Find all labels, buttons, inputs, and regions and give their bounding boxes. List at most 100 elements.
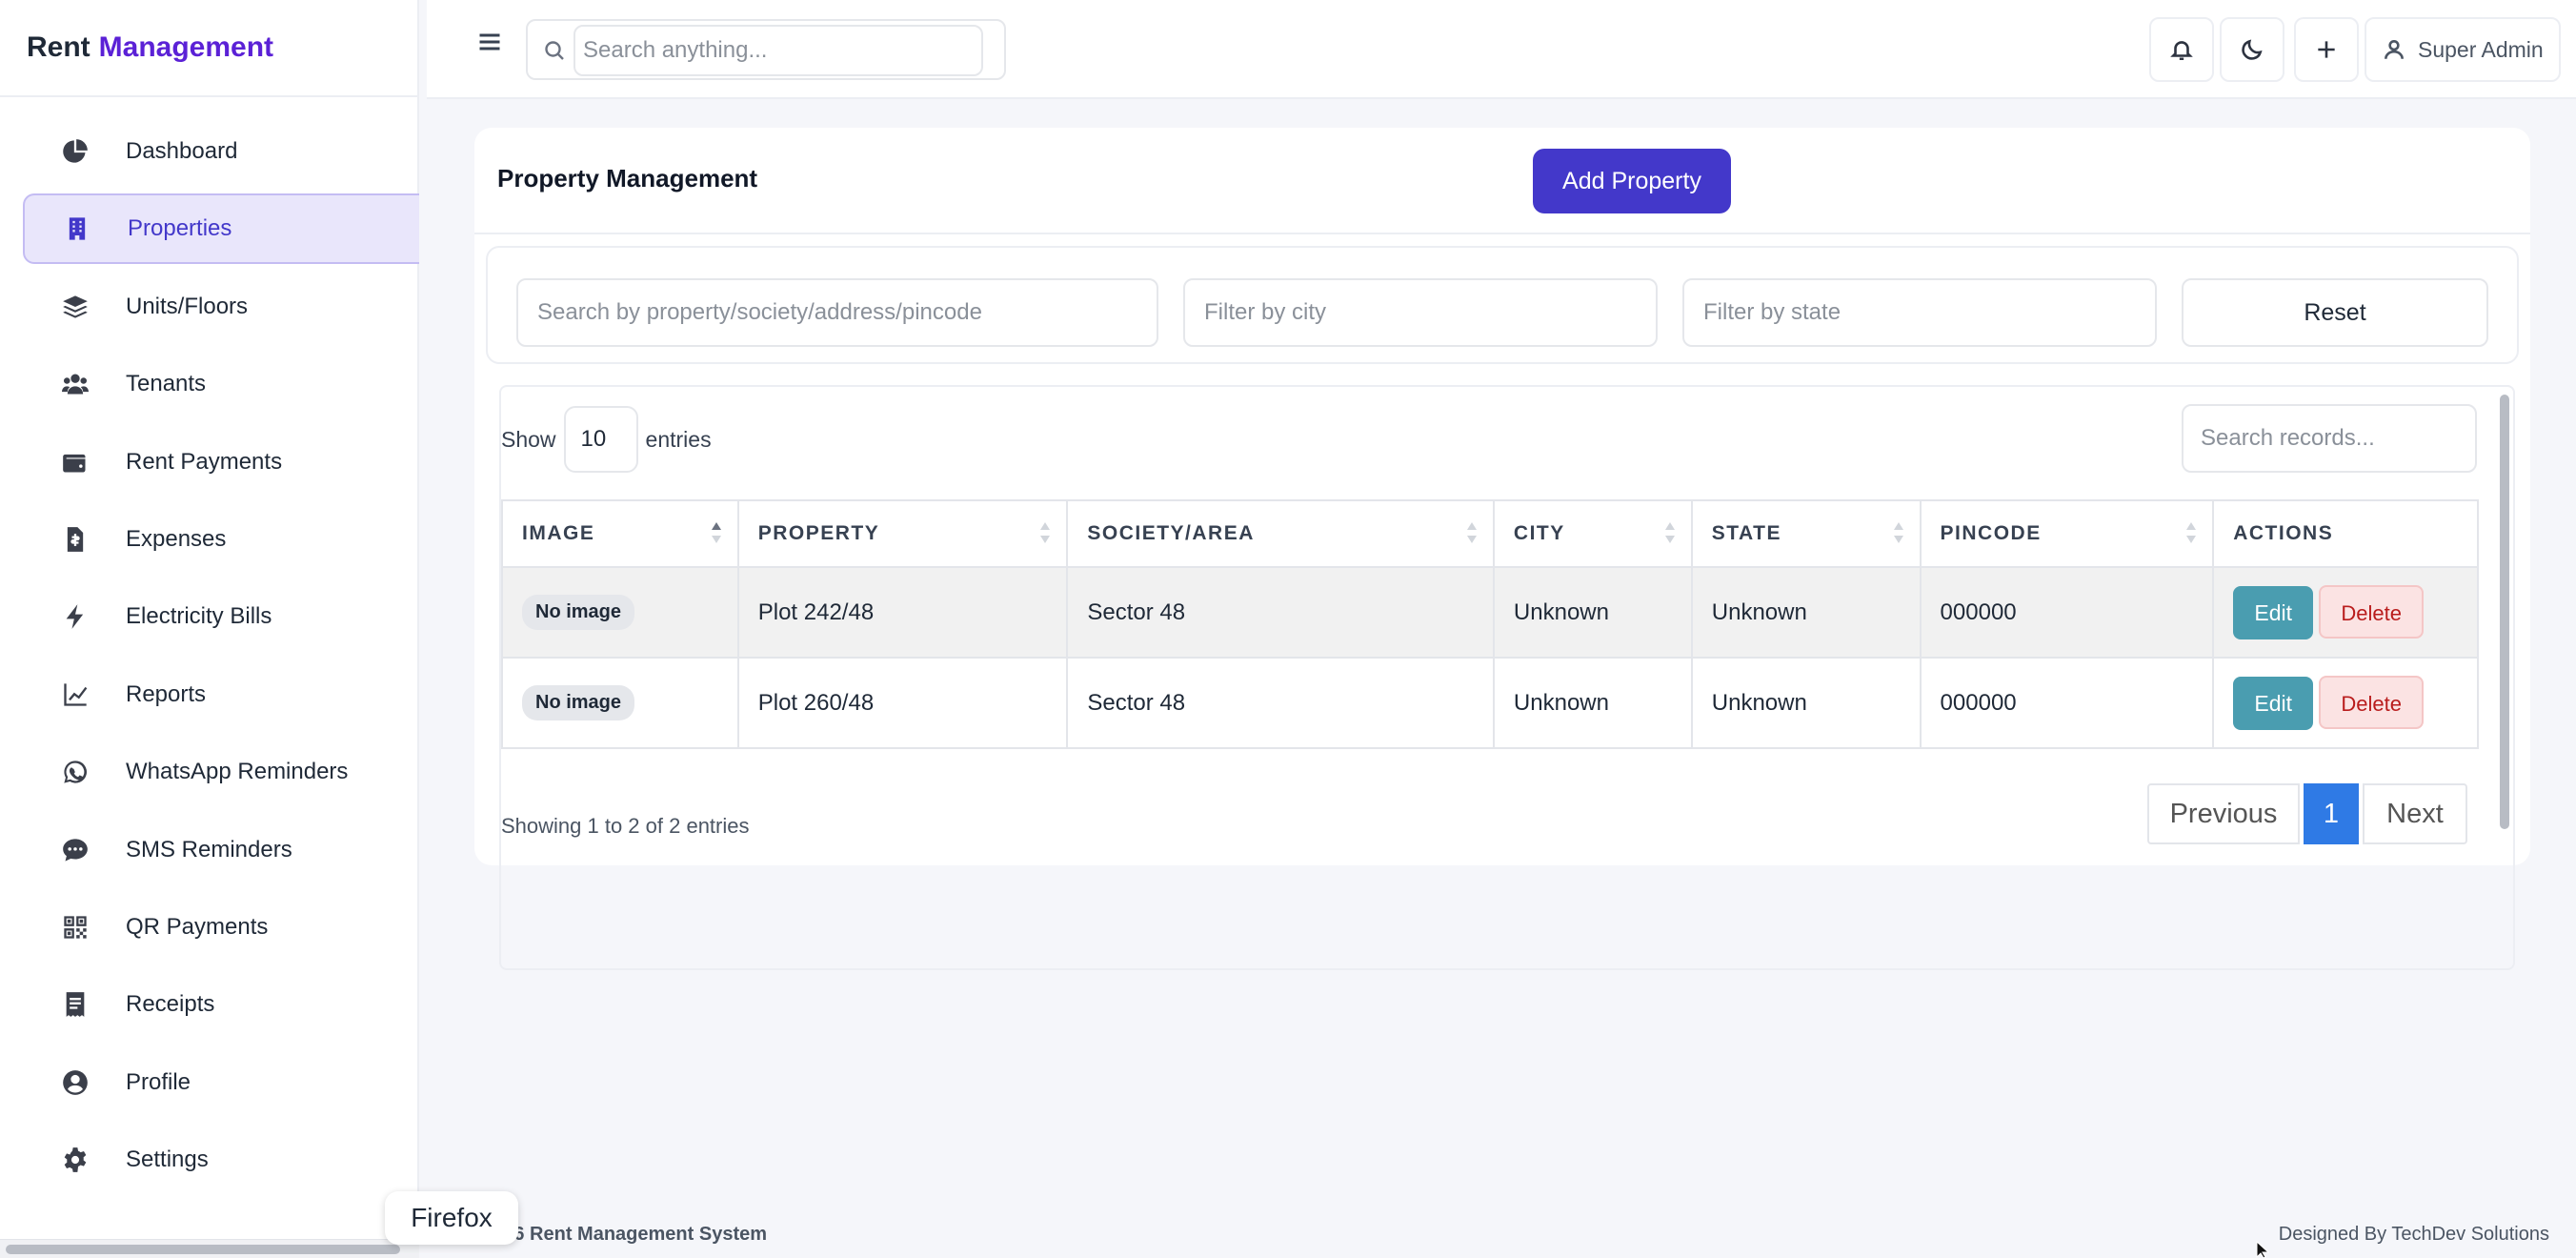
sidebar-item-reports[interactable]: Reports	[23, 659, 419, 730]
cell-society: Sector 48	[1066, 657, 1495, 749]
add-new-button[interactable]	[2294, 17, 2359, 82]
delete-button[interactable]: Delete	[2319, 585, 2425, 639]
edit-button[interactable]: Edit	[2233, 586, 2314, 639]
moon-icon	[2242, 39, 2263, 60]
sidebar-item-label: Dashboard	[126, 138, 238, 164]
column-header-state[interactable]: STATE	[1690, 499, 1922, 568]
sort-icon	[1039, 520, 1051, 551]
brand-text-management: Management	[98, 31, 274, 63]
sort-asc-icon	[711, 520, 722, 551]
column-header-property[interactable]: PROPERTY	[736, 499, 1069, 568]
sidebar-item-expenses[interactable]: Expenses	[23, 504, 419, 575]
cell-city: Unknown	[1492, 566, 1693, 659]
user-name: Super Admin	[2418, 36, 2544, 62]
table-row: No image Plot 260/48 Sector 48 Unknown U…	[501, 657, 2479, 749]
user-menu-button[interactable]: Super Admin	[2365, 17, 2561, 82]
page-title: Property Management	[497, 164, 758, 193]
wallet-icon	[61, 448, 90, 477]
column-header-society-area[interactable]: SOCIETY/AREA	[1066, 499, 1495, 568]
reset-button[interactable]: Reset	[2182, 278, 2488, 347]
filters-panel: Reset	[486, 246, 2519, 364]
table-row: No image Plot 242/48 Sector 48 Unknown U…	[501, 566, 2479, 659]
column-header-image[interactable]: IMAGE	[501, 499, 739, 568]
sidebar-item-units-floors[interactable]: Units/Floors	[23, 272, 419, 342]
previous-page-button[interactable]: Previous	[2147, 783, 2300, 844]
cell-pincode: 000000	[1919, 566, 2215, 659]
records-search-input[interactable]	[2182, 404, 2477, 473]
sidebar-horizontal-scrollbar[interactable]	[0, 1239, 419, 1258]
add-property-button[interactable]: Add Property	[1533, 149, 1731, 213]
sidebar-item-profile[interactable]: Profile	[23, 1047, 419, 1118]
sidebar-item-label: Rent Payments	[126, 448, 283, 475]
sort-icon	[2185, 520, 2197, 551]
scrollbar-thumb[interactable]	[2500, 395, 2509, 829]
hamburger-menu-icon[interactable]	[476, 29, 503, 55]
cell-state: Unknown	[1690, 566, 1922, 659]
sidebar-item-settings[interactable]: Settings	[23, 1125, 419, 1195]
theme-toggle-button[interactable]	[2220, 17, 2284, 82]
building-icon	[63, 214, 91, 243]
sidebar: Rent Management Dashboard Properties Uni…	[0, 0, 419, 1258]
delete-button[interactable]: Delete	[2319, 676, 2425, 729]
mouse-cursor-icon	[2256, 1241, 2270, 1258]
bolt-icon	[61, 602, 90, 631]
cell-actions: Edit Delete	[2212, 566, 2479, 659]
bell-icon	[2170, 41, 2193, 61]
show-label: Show	[501, 426, 556, 452]
table-vertical-scrollbar[interactable]	[2496, 393, 2513, 831]
property-search-input[interactable]	[516, 278, 1158, 347]
user-icon	[2385, 40, 2404, 59]
cell-pincode: 000000	[1919, 657, 2215, 749]
properties-table: IMAGE PROPERTY SOCIETY/AREA CITY STATE P…	[501, 499, 2479, 749]
table-header-row: IMAGE PROPERTY SOCIETY/AREA CITY STATE P…	[501, 499, 2479, 568]
sidebar-item-qr-payments[interactable]: QR Payments	[23, 892, 419, 963]
entries-length-control: Show entries	[501, 406, 712, 473]
sidebar-item-receipts[interactable]: Receipts	[23, 969, 419, 1040]
brand-text-rent: Rent	[27, 31, 91, 63]
cell-city: Unknown	[1492, 657, 1693, 749]
search-icon	[543, 39, 568, 64]
sidebar-item-whatsapp-reminders[interactable]: WhatsApp Reminders	[23, 737, 419, 807]
footer-credits: Designed By TechDev Solutions	[2278, 1224, 2549, 1245]
scrollbar-thumb[interactable]	[6, 1245, 400, 1254]
sort-icon	[1664, 520, 1676, 551]
sms-icon	[61, 836, 90, 864]
column-header-pincode[interactable]: PINCODE	[1919, 499, 2215, 568]
brand-logo[interactable]: Rent Management	[0, 0, 417, 97]
sidebar-item-rent-payments[interactable]: Rent Payments	[23, 427, 419, 497]
sidebar-nav: Dashboard Properties Units/Floors Tenant…	[0, 97, 419, 1195]
sidebar-item-label: Reports	[126, 680, 207, 707]
receipt-icon	[61, 990, 90, 1019]
whatsapp-icon	[61, 758, 90, 786]
sidebar-item-dashboard[interactable]: Dashboard	[23, 116, 419, 187]
edit-button[interactable]: Edit	[2233, 677, 2314, 730]
global-search-input[interactable]	[574, 25, 983, 76]
city-filter-input[interactable]	[1183, 278, 1658, 347]
notifications-button[interactable]	[2149, 17, 2214, 82]
cell-property: Plot 242/48	[736, 566, 1069, 659]
state-filter-input[interactable]	[1682, 278, 2157, 347]
next-page-button[interactable]: Next	[2363, 783, 2467, 844]
sidebar-item-label: Expenses	[126, 525, 227, 552]
users-icon	[61, 370, 90, 398]
sidebar-item-sms-reminders[interactable]: SMS Reminders	[23, 815, 419, 885]
sort-icon	[1893, 520, 1904, 551]
table-info: Showing 1 to 2 of 2 entries	[501, 814, 750, 838]
column-header-city[interactable]: CITY	[1492, 499, 1693, 568]
entries-select[interactable]	[563, 406, 638, 473]
line-chart-icon	[61, 680, 90, 709]
sidebar-item-label: QR Payments	[126, 913, 269, 940]
sidebar-item-tenants[interactable]: Tenants	[23, 349, 419, 419]
cell-society: Sector 48	[1066, 566, 1495, 659]
user-circle-icon	[61, 1068, 90, 1097]
layers-icon	[61, 293, 90, 321]
cell-property: Plot 260/48	[736, 657, 1069, 749]
column-header-actions: ACTIONS	[2212, 499, 2479, 568]
firefox-tooltip: Firefox	[385, 1191, 518, 1245]
global-search	[526, 19, 1006, 80]
sidebar-item-label: Receipts	[126, 991, 215, 1018]
page-1-button[interactable]: 1	[2304, 783, 2359, 844]
sidebar-item-properties[interactable]: Properties	[23, 193, 419, 265]
sidebar-item-electricity-bills[interactable]: Electricity Bills	[23, 581, 419, 652]
cell-image: No image	[501, 657, 739, 749]
